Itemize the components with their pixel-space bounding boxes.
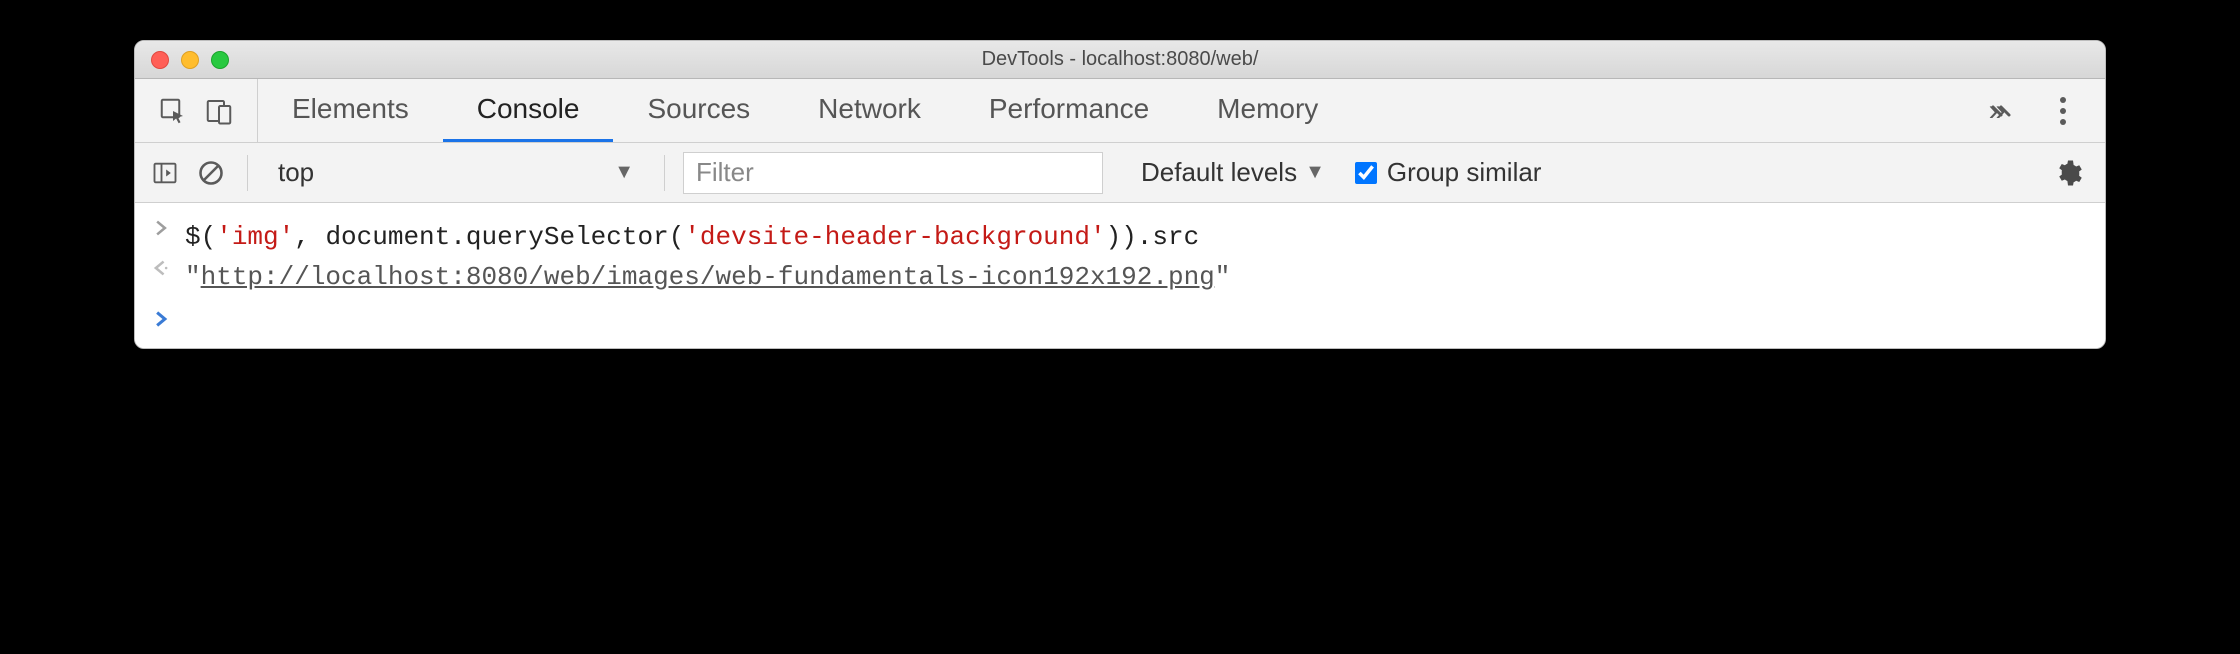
console-output: $('img', document.querySelector('devsite… <box>135 203 2105 348</box>
group-similar-checkbox[interactable] <box>1355 162 1377 184</box>
inspect-element-icon[interactable] <box>155 93 191 129</box>
devtools-tabs: Elements Console Sources Network Perform… <box>258 79 1352 142</box>
code-token: , document.querySelector( <box>294 222 684 252</box>
tab-elements[interactable]: Elements <box>258 79 443 142</box>
prompt-chevron-icon <box>151 308 171 328</box>
more-tabs-icon[interactable]: » <box>1979 93 2015 129</box>
group-similar-label: Group similar <box>1387 157 1542 188</box>
quote: " <box>185 262 201 292</box>
console-output-value[interactable]: "http://localhost:8080/web/images/web-fu… <box>185 257 1230 297</box>
log-levels-label: Default levels <box>1141 157 1297 188</box>
log-levels-select[interactable]: Default levels ▼ <box>1141 157 1325 188</box>
group-similar-toggle[interactable]: Group similar <box>1355 157 1542 188</box>
code-string-token: 'img' <box>216 222 294 252</box>
code-string-token: 'devsite-header-background' <box>684 222 1105 252</box>
quote: " <box>1215 262 1231 292</box>
zoom-window-button[interactable] <box>211 51 229 69</box>
filter-input[interactable] <box>683 152 1103 194</box>
traffic-lights <box>135 51 229 69</box>
tab-memory[interactable]: Memory <box>1183 79 1352 142</box>
window-titlebar: DevTools - localhost:8080/web/ <box>135 41 2105 79</box>
toggle-sidebar-icon[interactable] <box>147 155 183 191</box>
output-url[interactable]: http://localhost:8080/web/images/web-fun… <box>201 262 1215 292</box>
console-input-code[interactable]: $('img', document.querySelector('devsite… <box>185 217 1199 257</box>
code-token: $( <box>185 222 216 252</box>
console-input-row: $('img', document.querySelector('devsite… <box>151 217 2089 257</box>
tab-network[interactable]: Network <box>784 79 955 142</box>
tabbar-left-tools <box>135 79 258 142</box>
separator <box>664 155 665 191</box>
devtools-tabbar: Elements Console Sources Network Perform… <box>135 79 2105 143</box>
clear-console-icon[interactable] <box>193 155 229 191</box>
console-toolbar: top ▼ Default levels ▼ Group similar <box>135 143 2105 203</box>
devtools-window: DevTools - localhost:8080/web/ Elements … <box>134 40 2106 349</box>
tab-sources[interactable]: Sources <box>613 79 784 142</box>
execution-context-select[interactable]: top ▼ <box>266 157 646 188</box>
minimize-window-button[interactable] <box>181 51 199 69</box>
caret-down-icon: ▼ <box>614 161 634 184</box>
kebab-menu-icon[interactable] <box>2045 93 2081 129</box>
separator <box>247 155 248 191</box>
execution-context-label: top <box>278 157 314 188</box>
close-window-button[interactable] <box>151 51 169 69</box>
code-token: )).src <box>1106 222 1200 252</box>
console-settings-icon[interactable] <box>2043 158 2093 188</box>
window-title: DevTools - localhost:8080/web/ <box>135 48 2105 71</box>
device-toolbar-icon[interactable] <box>201 93 237 129</box>
output-chevron-icon <box>151 257 171 277</box>
input-chevron-icon <box>151 217 171 237</box>
console-prompt-row[interactable] <box>151 308 2089 328</box>
console-output-row: "http://localhost:8080/web/images/web-fu… <box>151 257 2089 297</box>
tab-performance[interactable]: Performance <box>955 79 1183 142</box>
caret-down-icon: ▼ <box>1305 161 1325 184</box>
tabbar-right-tools: » <box>1955 79 2105 142</box>
tab-console[interactable]: Console <box>443 79 614 142</box>
